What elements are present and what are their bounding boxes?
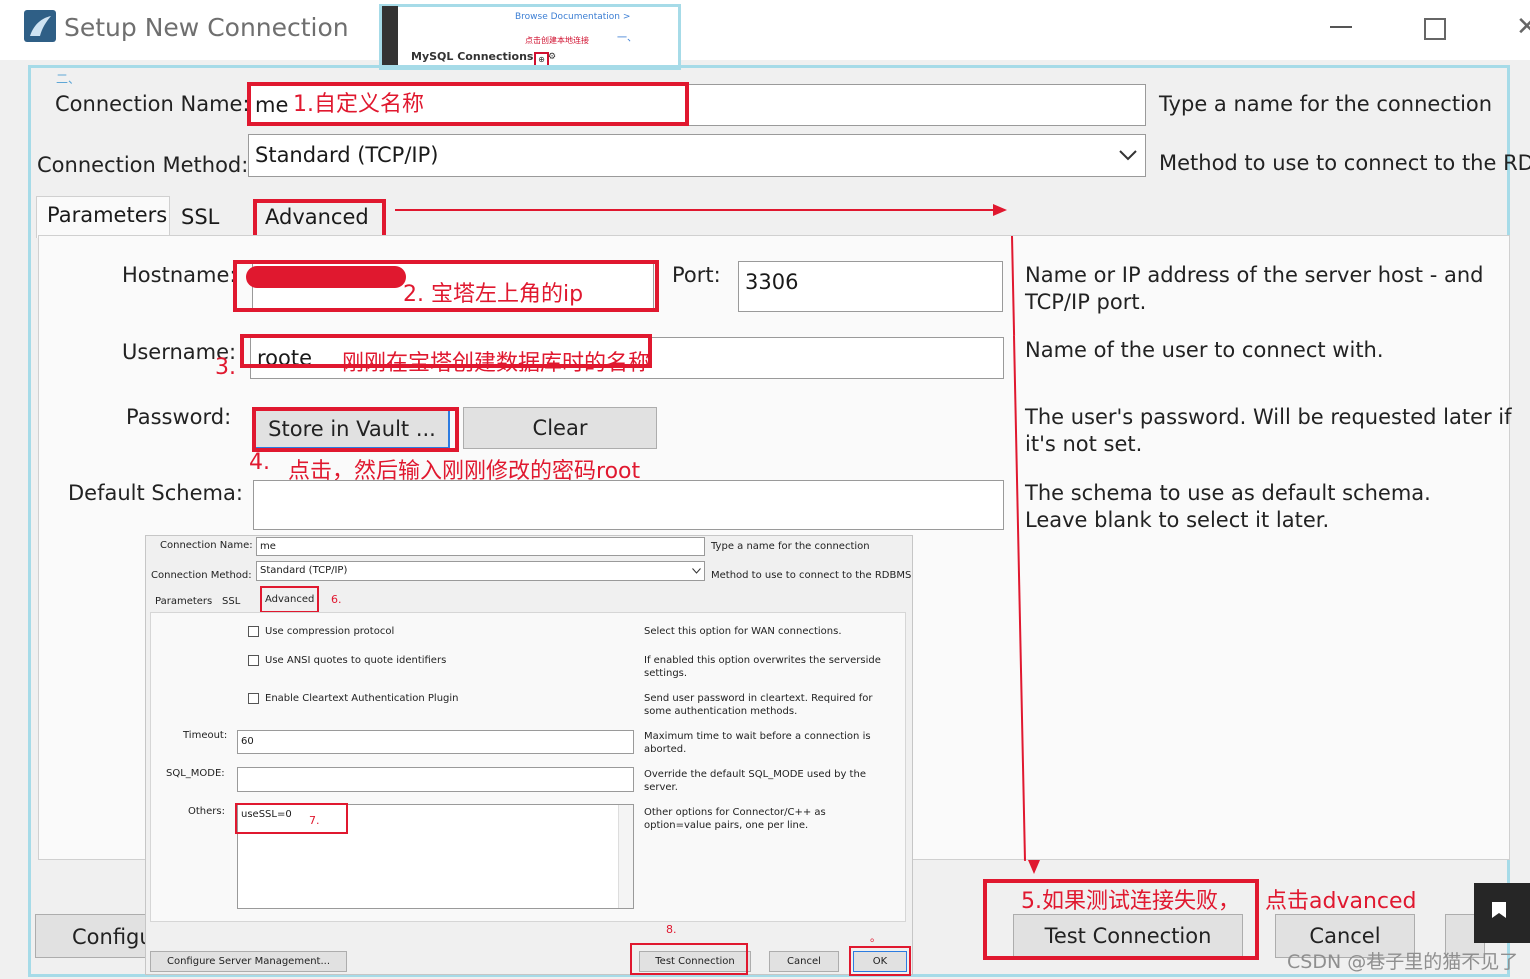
default-schema-input[interactable] bbox=[253, 480, 1004, 530]
annotation-3: 刚刚在宝塔创建数据库时的名称 bbox=[342, 351, 651, 376]
annotation-5b: 点击advanced bbox=[1265, 889, 1417, 914]
close-icon[interactable]: ✕ bbox=[1516, 14, 1530, 40]
annotation-8: 8. bbox=[666, 923, 677, 936]
ansi-quotes-desc: If enabled this option overwrites the se… bbox=[644, 655, 881, 679]
annotation-box-inset-test-connection bbox=[630, 943, 748, 975]
overlay-dark-panel bbox=[1474, 883, 1530, 943]
tab-ssl[interactable]: SSL bbox=[181, 205, 219, 229]
clear-password-button[interactable]: Clear bbox=[463, 407, 657, 449]
annotation-box-others bbox=[235, 803, 348, 834]
others-label: Others: bbox=[188, 806, 225, 817]
annotation-arrow-head bbox=[993, 204, 1007, 216]
inset-connection-method-select[interactable]: Standard (TCP/IP) bbox=[256, 561, 705, 581]
annotation-box-inset-advanced bbox=[260, 586, 319, 613]
compression-checkbox[interactable] bbox=[248, 626, 259, 637]
port-label: Port: bbox=[672, 263, 721, 287]
annotation-7: 7. bbox=[309, 814, 320, 827]
ansi-quotes-label: Use ANSI quotes to quote identifiers bbox=[265, 655, 447, 666]
annotation-2: 2. 宝塔左上角的ip bbox=[403, 282, 584, 307]
sql-mode-label: SQL_MODE: bbox=[166, 768, 225, 779]
timeout-input[interactable]: 60 bbox=[237, 730, 634, 754]
inset-tab-ssl[interactable]: SSL bbox=[222, 596, 240, 607]
inset-chevron-down-icon bbox=[692, 568, 701, 574]
mysql-connections-label: MySQL Connections bbox=[411, 50, 534, 63]
compression-label: Use compression protocol bbox=[265, 626, 395, 637]
hostname-desc: Name or IP address of the server host - … bbox=[1025, 263, 1484, 314]
connection-method-desc: Method to use to connect to the RDBMS bbox=[1159, 151, 1530, 175]
inset-connection-name-input[interactable]: me bbox=[256, 537, 705, 556]
annotation-down-arrow-head bbox=[1028, 860, 1040, 874]
inset-connection-method-desc: Method to use to connect to the RDBMS bbox=[711, 570, 912, 581]
timeout-label: Timeout: bbox=[183, 730, 228, 741]
connection-method-select[interactable]: Standard (TCP/IP) bbox=[248, 134, 1146, 177]
tab-parameters[interactable]: Parameters bbox=[36, 196, 170, 238]
port-input[interactable]: 3306 bbox=[738, 261, 1003, 312]
minimize-icon[interactable] bbox=[1330, 26, 1352, 28]
annotation-box-store-in-vault bbox=[252, 407, 459, 452]
inset-cancel-button[interactable]: Cancel bbox=[769, 951, 839, 972]
inset-connection-name-desc: Type a name for the connection bbox=[711, 541, 870, 552]
tab-parameters-label: Parameters bbox=[47, 203, 168, 227]
hostname-label: Hostname: bbox=[122, 263, 237, 287]
inset-connection-method-label: Connection Method: bbox=[151, 570, 252, 581]
default-schema-label: Default Schema: bbox=[68, 481, 243, 505]
connection-name-label: Connection Name: bbox=[55, 92, 250, 116]
inset-tab-parameters[interactable]: Parameters bbox=[155, 596, 212, 607]
inset-connection-name-label: Connection Name: bbox=[160, 540, 253, 551]
annotation-6: 6. bbox=[331, 593, 342, 606]
browse-documentation-link[interactable]: Browse Documentation > bbox=[515, 12, 630, 22]
step-marker-two: 二、 bbox=[56, 72, 81, 86]
inset-connection-method-value: Standard (TCP/IP) bbox=[260, 565, 348, 576]
maximize-icon[interactable] bbox=[1424, 18, 1446, 40]
annotation-box-inset-ok bbox=[849, 946, 911, 976]
compression-desc: Select this option for WAN connections. bbox=[644, 626, 842, 637]
connection-method-label: Connection Method: bbox=[37, 153, 249, 177]
cleartext-checkbox[interactable] bbox=[248, 693, 259, 704]
thumbnail-step-marker: 一、 bbox=[617, 33, 637, 44]
annotation-9: 。 bbox=[870, 931, 881, 944]
connection-name-desc: Type a name for the connection bbox=[1159, 92, 1493, 116]
window-title: Setup New Connection bbox=[64, 13, 349, 42]
thumbnail-sidebar bbox=[382, 6, 398, 67]
others-desc: Other options for Connector/C++ as optio… bbox=[644, 807, 826, 831]
default-schema-desc: The schema to use as default schema. Lea… bbox=[1025, 481, 1431, 532]
cleartext-label: Enable Cleartext Authentication Plugin bbox=[265, 693, 459, 704]
csdn-watermark: CSDN @巷子里的猫不见了 bbox=[1287, 951, 1519, 973]
password-desc: The user's password. Will be requested l… bbox=[1025, 405, 1512, 456]
mysql-workbench-icon bbox=[24, 10, 56, 42]
chevron-down-icon bbox=[1119, 150, 1137, 161]
cleartext-desc: Send user password in cleartext. Require… bbox=[644, 693, 873, 717]
username-desc: Name of the user to connect with. bbox=[1025, 338, 1384, 362]
annotation-5: 5.如果测试连接失败， bbox=[1021, 889, 1240, 914]
thumbnail-red-note: 点击创建本地连接 bbox=[525, 36, 589, 45]
bookmark-icon bbox=[1492, 902, 1506, 918]
sql-mode-input[interactable] bbox=[237, 767, 634, 792]
configure-server-button[interactable]: Configu bbox=[35, 914, 150, 958]
sql-mode-desc: Override the default SQL_MODE used by th… bbox=[644, 769, 866, 793]
inset-configure-server-button[interactable]: Configure Server Management... bbox=[150, 951, 347, 972]
manage-connections-icon[interactable]: ⚙ bbox=[548, 52, 556, 62]
annotation-3-number: 3. bbox=[215, 355, 236, 380]
connection-method-value: Standard (TCP/IP) bbox=[255, 143, 439, 167]
others-scrollbar[interactable] bbox=[618, 805, 633, 908]
annotation-arrow-line bbox=[395, 209, 995, 211]
ansi-quotes-checkbox[interactable] bbox=[248, 655, 259, 666]
annotation-4-number: 4. bbox=[249, 450, 270, 475]
annotation-1: 1.自定义名称 bbox=[293, 92, 424, 117]
password-label: Password: bbox=[126, 405, 232, 429]
timeout-desc: Maximum time to wait before a connection… bbox=[644, 731, 871, 755]
